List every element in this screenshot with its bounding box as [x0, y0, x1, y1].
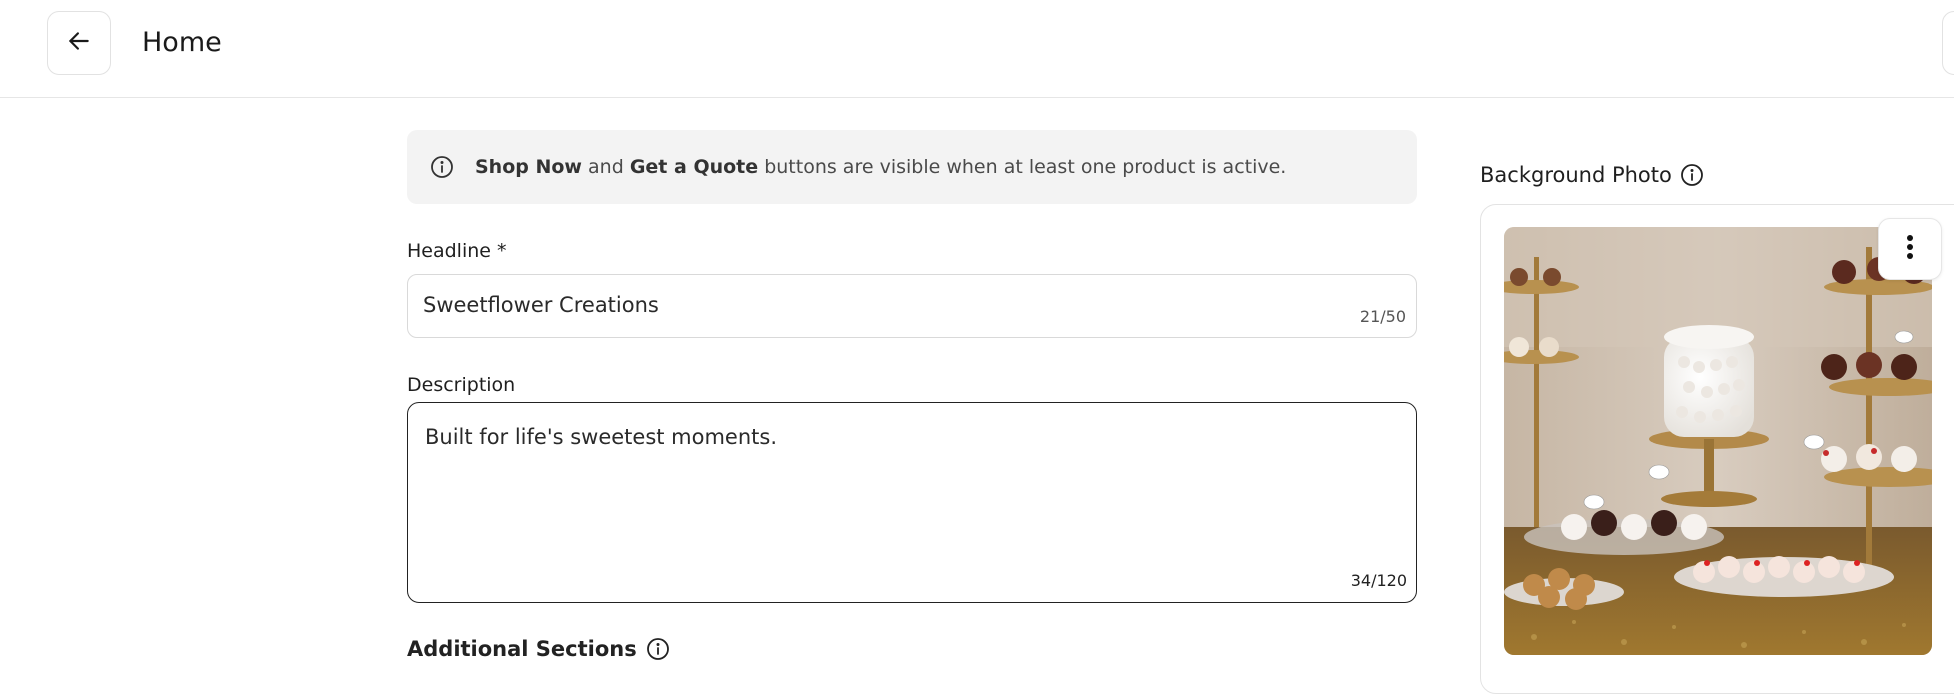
- description-char-counter: 34/120: [1350, 571, 1407, 590]
- arrow-left-icon: [66, 28, 92, 58]
- header-action-button[interactable]: [1942, 11, 1954, 75]
- top-bar: Home: [0, 0, 1954, 98]
- description-value: Built for life's sweetest moments.: [425, 425, 778, 449]
- additional-sections-heading: Additional Sections: [407, 637, 670, 661]
- more-vertical-icon: [1906, 234, 1914, 264]
- back-button[interactable]: [47, 11, 111, 75]
- get-a-quote-label: Get a Quote: [629, 156, 759, 178]
- background-photo-title: Background Photo: [1480, 163, 1672, 187]
- description-label: Description: [407, 374, 516, 396]
- headline-value: Sweetflower Creations: [423, 293, 659, 317]
- headline-input[interactable]: Sweetflower Creations 21/50: [407, 274, 1417, 338]
- page-title: Home: [142, 27, 222, 58]
- photo-options-button[interactable]: [1878, 218, 1942, 280]
- info-banner: Shop Now and Get a Quote buttons are vis…: [407, 130, 1417, 204]
- info-banner-text: Shop Now and Get a Quote buttons are vis…: [475, 156, 1286, 178]
- headline-char-counter: 21/50: [1359, 307, 1406, 326]
- background-photo-heading: Background Photo: [1480, 163, 1704, 187]
- info-icon[interactable]: [646, 637, 670, 661]
- shop-now-label: Shop Now: [475, 156, 582, 178]
- info-text-and: and: [582, 156, 630, 178]
- additional-sections-title: Additional Sections: [407, 637, 637, 661]
- info-icon: [429, 154, 455, 180]
- info-text-rest: buttons are visible when at least one pr…: [758, 156, 1287, 178]
- background-photo-image[interactable]: [1504, 227, 1932, 655]
- info-icon[interactable]: [1680, 163, 1704, 187]
- description-textarea[interactable]: Built for life's sweetest moments. 34/12…: [407, 402, 1417, 603]
- headline-label: Headline *: [407, 240, 507, 262]
